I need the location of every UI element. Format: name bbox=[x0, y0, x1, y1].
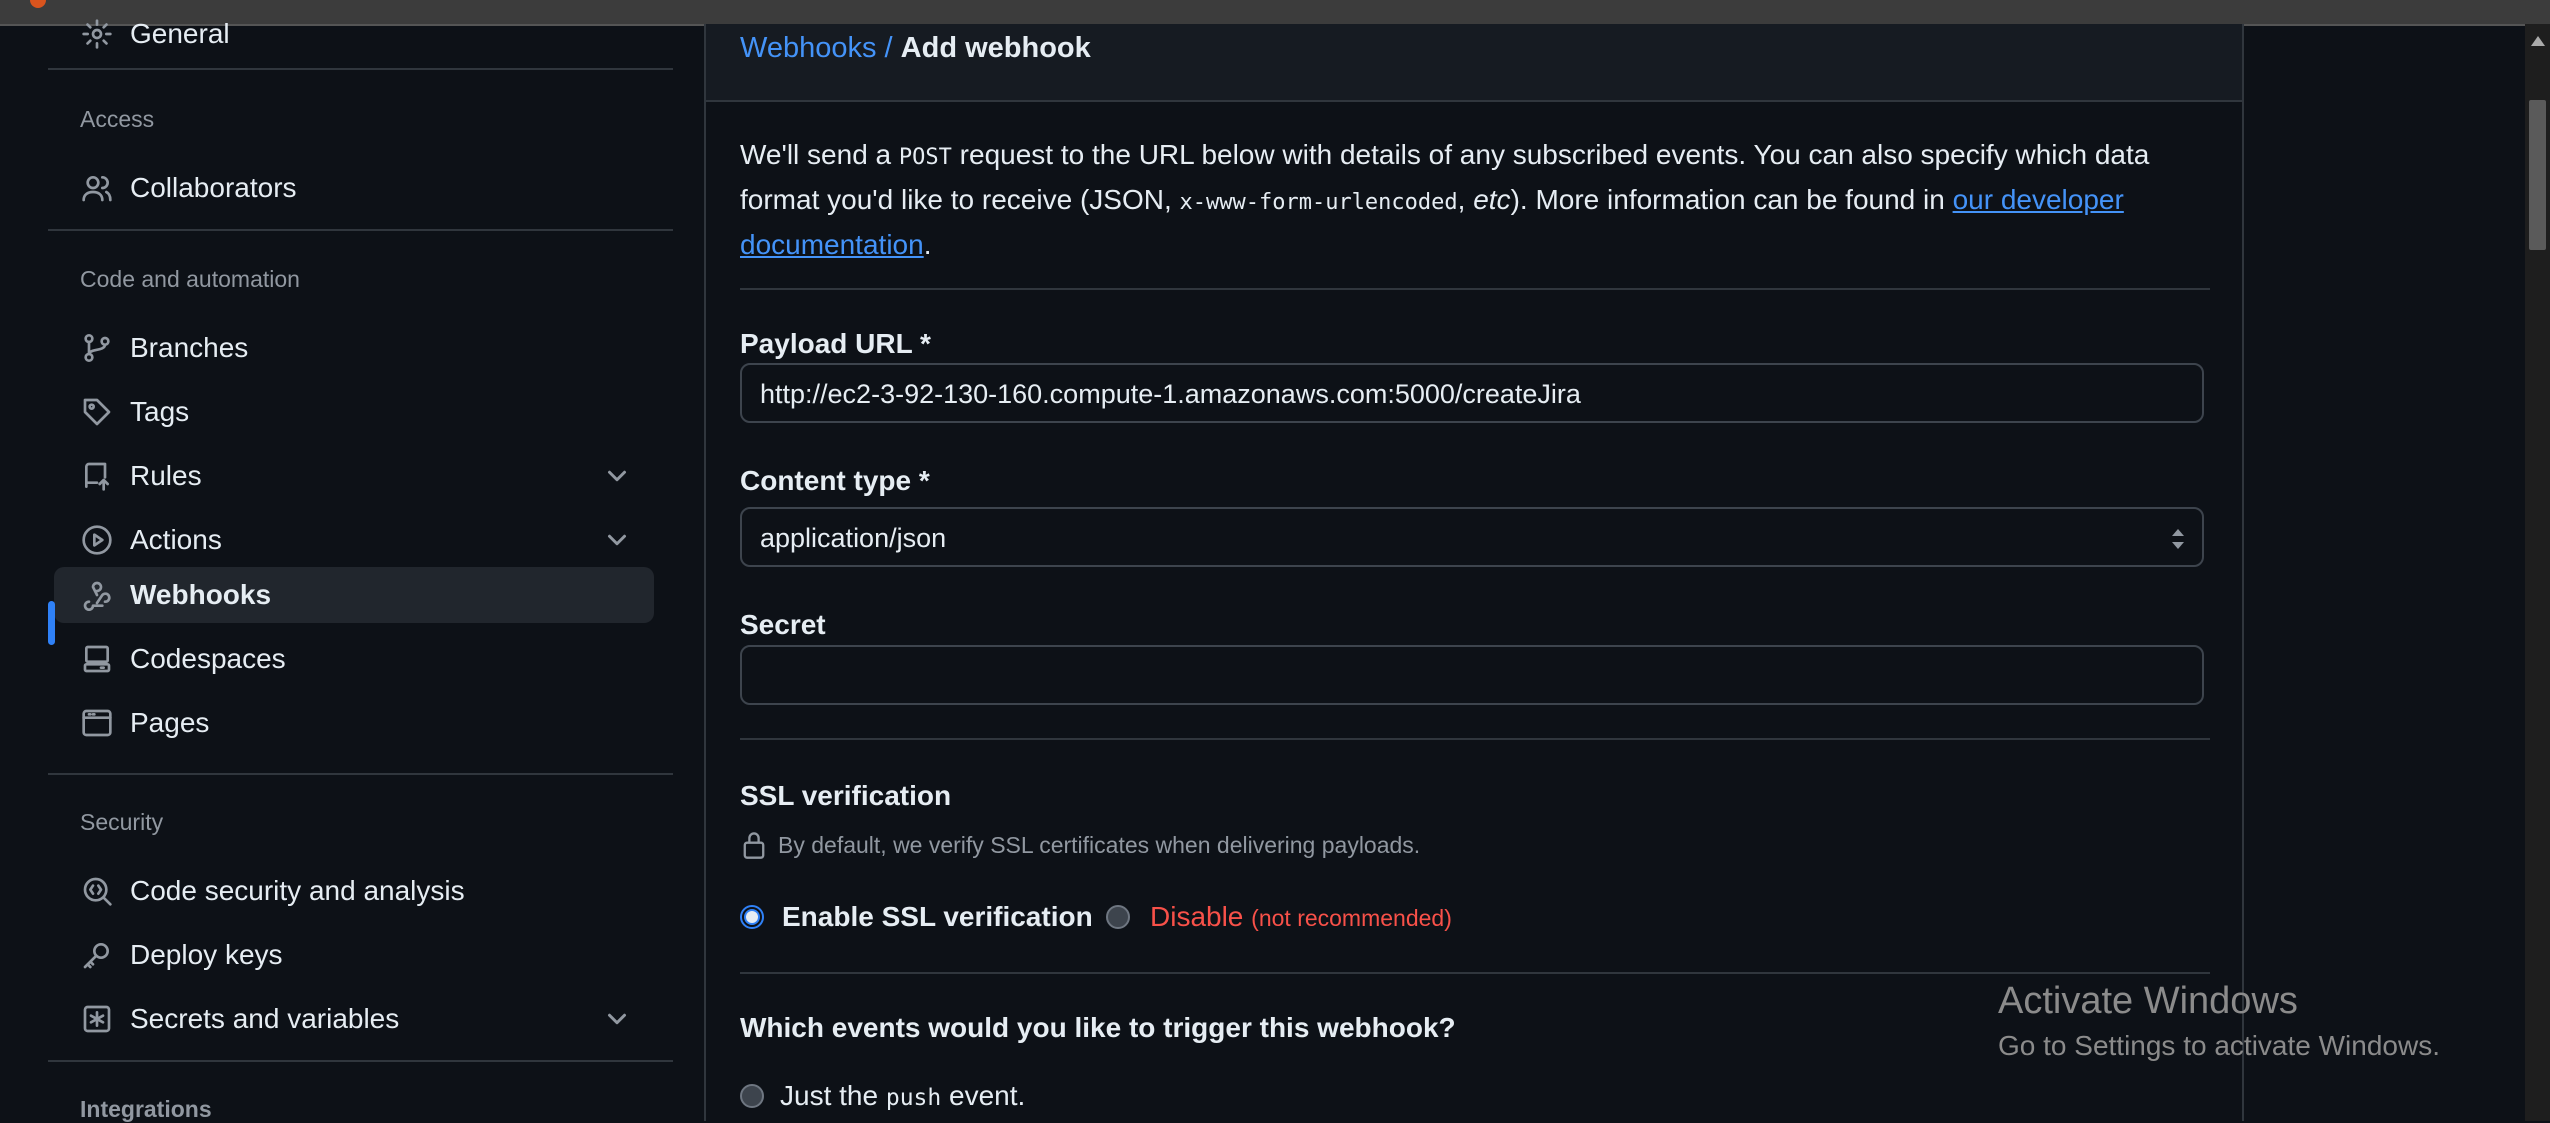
sidebar-item-tags[interactable]: Tags bbox=[54, 384, 654, 440]
disable-ssl-text: Disable bbox=[1150, 901, 1244, 932]
webhook-icon bbox=[80, 578, 114, 612]
divider bbox=[740, 972, 2210, 974]
sidebar-item-webhooks[interactable]: Webhooks bbox=[54, 567, 654, 623]
divider bbox=[48, 773, 673, 775]
settings-sidebar: General Access Collaborators Code and au… bbox=[0, 18, 705, 1122]
section-heading-integrations: Integrations bbox=[80, 1096, 212, 1122]
payload-url-value: http://ec2-3-92-130-160.compute-1.amazon… bbox=[760, 379, 1581, 409]
events-question: Which events would you like to trigger t… bbox=[740, 1012, 1456, 1043]
content-type-select[interactable]: application/json bbox=[740, 507, 2204, 567]
add-webhook-panel: Webhooks / Add webhook We'll send a POST… bbox=[704, 24, 2244, 1121]
breadcrumb-separator: / bbox=[876, 32, 901, 64]
key-icon bbox=[80, 938, 114, 972]
intro-text-part: We'll send a bbox=[740, 139, 899, 170]
section-heading-code-automation: Code and automation bbox=[80, 266, 300, 292]
intro-etc: etc bbox=[1473, 184, 1511, 215]
enable-ssl-label[interactable]: Enable SSL verification bbox=[782, 901, 1093, 933]
sidebar-item-label: Rules bbox=[130, 460, 202, 491]
sidebar-item-label: Code security and analysis bbox=[130, 875, 465, 906]
content-type-value: application/json bbox=[760, 523, 947, 553]
ssl-verification-title: SSL verification bbox=[740, 780, 952, 811]
sidebar-item-label: Tags bbox=[130, 396, 190, 427]
key-asterisk-icon bbox=[80, 1002, 114, 1036]
play-icon bbox=[80, 523, 114, 557]
disable-ssl-radio[interactable] bbox=[1106, 905, 1130, 929]
windows-activation-title: Activate Windows bbox=[1998, 980, 2298, 1022]
just-push-radio[interactable] bbox=[740, 1084, 764, 1108]
secret-label: Secret bbox=[740, 609, 826, 640]
panel-header: Webhooks / Add webhook bbox=[706, 24, 2242, 102]
gear-icon bbox=[80, 17, 114, 51]
ssl-note-text: By default, we verify SSL certificates w… bbox=[778, 831, 1421, 858]
tag-icon bbox=[80, 395, 114, 429]
chevron-down-icon[interactable] bbox=[602, 461, 632, 491]
intro-text: We'll send a POST request to the URL bel… bbox=[740, 134, 2180, 266]
divider bbox=[740, 738, 2210, 740]
enable-ssl-radio[interactable] bbox=[740, 905, 764, 929]
sidebar-item-collaborators[interactable]: Collaborators bbox=[54, 160, 654, 216]
content-type-label: Content type * bbox=[740, 465, 930, 496]
sidebar-item-deploy-keys[interactable]: Deploy keys bbox=[54, 927, 654, 983]
sidebar-item-label: Webhooks bbox=[130, 579, 272, 610]
sidebar-item-label: Actions bbox=[130, 524, 222, 555]
divider bbox=[48, 68, 673, 70]
chevron-down-icon[interactable] bbox=[602, 525, 632, 555]
browser-icon bbox=[80, 706, 114, 740]
chevron-down-icon[interactable] bbox=[602, 1004, 632, 1034]
page-title: Add webhook bbox=[900, 32, 1091, 64]
sidebar-item-label: Collaborators bbox=[130, 172, 297, 203]
breadcrumb-webhooks-link[interactable]: Webhooks bbox=[740, 32, 877, 64]
lock-icon bbox=[743, 832, 765, 859]
page-scrollbar[interactable] bbox=[2525, 24, 2550, 1121]
disable-ssl-note: (not recommended) bbox=[1251, 905, 1452, 931]
git-branch-icon bbox=[80, 331, 114, 365]
sidebar-item-branches[interactable]: Branches bbox=[54, 320, 654, 376]
sidebar-item-codespaces[interactable]: Codespaces bbox=[54, 631, 654, 687]
payload-url-input[interactable]: http://ec2-3-92-130-160.compute-1.amazon… bbox=[740, 363, 2204, 423]
intro-text-part: ). More information can be found in bbox=[1510, 184, 1953, 215]
push-code: push bbox=[885, 1085, 942, 1111]
section-heading-access: Access bbox=[80, 106, 155, 132]
sidebar-item-code-security[interactable]: Code security and analysis bbox=[54, 863, 654, 919]
sidebar-item-pages[interactable]: Pages bbox=[54, 695, 654, 751]
browser-tab-icon bbox=[30, 0, 46, 8]
codespaces-icon bbox=[80, 642, 114, 676]
breadcrumb: Webhooks / Add webhook bbox=[740, 32, 1091, 65]
divider bbox=[740, 288, 2210, 290]
codescan-icon bbox=[80, 874, 114, 908]
section-heading-security: Security bbox=[80, 809, 164, 835]
sidebar-item-actions[interactable]: Actions bbox=[54, 512, 654, 568]
windows-activation-text: Go to Settings to activate Windows. bbox=[1998, 1030, 2440, 1061]
sidebar-item-rules[interactable]: Rules bbox=[54, 448, 654, 504]
ssl-note: By default, we verify SSL certificates w… bbox=[740, 830, 1420, 860]
push-label-text: Just the bbox=[780, 1080, 886, 1111]
sidebar-item-label: Pages bbox=[130, 707, 210, 738]
divider bbox=[48, 229, 673, 231]
payload-url-label: Payload URL * bbox=[740, 328, 931, 359]
sidebar-item-general[interactable]: General bbox=[54, 6, 654, 62]
sidebar-item-label: Branches bbox=[130, 332, 249, 363]
sidebar-item-label: Deploy keys bbox=[130, 939, 283, 970]
select-arrows-icon bbox=[2172, 529, 2184, 549]
divider bbox=[48, 1060, 673, 1062]
repo-push-icon bbox=[80, 459, 114, 493]
intro-text-part: . bbox=[923, 229, 932, 260]
sidebar-item-secrets[interactable]: Secrets and variables bbox=[54, 991, 654, 1047]
intro-text-part: , bbox=[1457, 184, 1474, 215]
scrollbar-thumb[interactable] bbox=[2529, 100, 2546, 250]
sidebar-item-label: Secrets and variables bbox=[130, 1003, 400, 1034]
people-icon bbox=[80, 171, 114, 205]
disable-ssl-label[interactable]: Disable (not recommended) bbox=[1150, 901, 1452, 933]
intro-code-post: POST bbox=[898, 145, 952, 170]
scroll-up-arrow-icon[interactable] bbox=[2531, 36, 2545, 46]
just-push-label[interactable]: Just the push event. bbox=[780, 1080, 1025, 1112]
intro-code-urlencoded: x-www-form-urlencoded bbox=[1179, 190, 1458, 215]
secret-input[interactable] bbox=[740, 645, 2204, 705]
sidebar-item-label: General bbox=[130, 18, 230, 49]
push-label-text: event. bbox=[941, 1080, 1026, 1111]
sidebar-item-label: Codespaces bbox=[130, 643, 286, 674]
